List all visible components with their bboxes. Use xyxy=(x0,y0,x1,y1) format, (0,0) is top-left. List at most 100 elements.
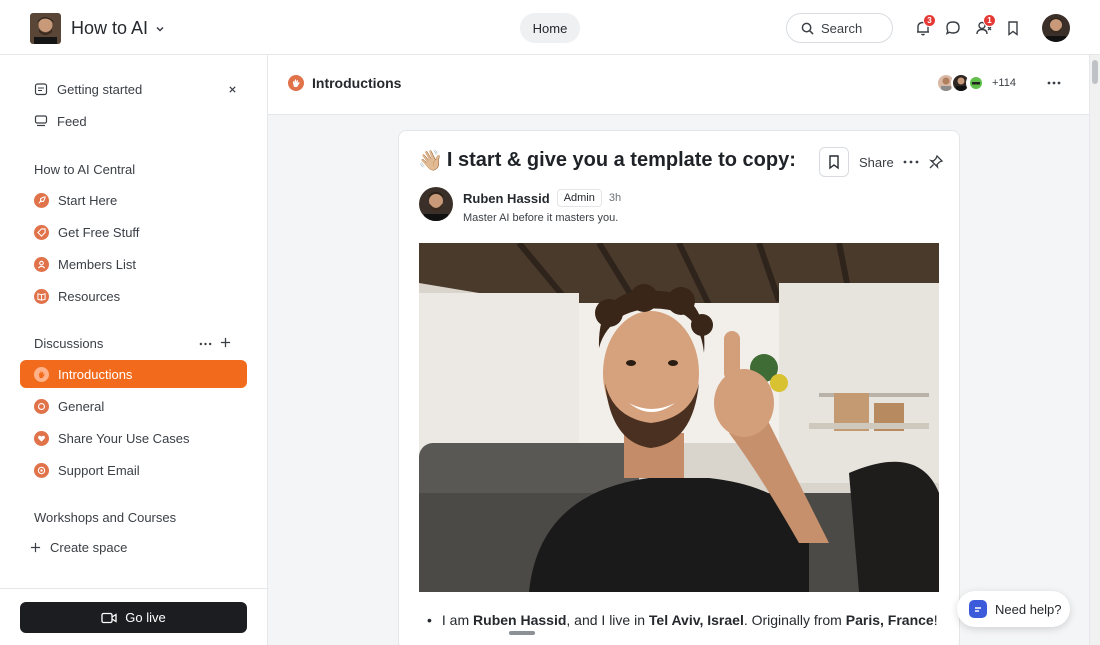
sidebar-item-share-your-use-cases[interactable]: Share Your Use Cases xyxy=(20,424,247,452)
post-actions: Share xyxy=(819,147,944,177)
sidebar-item-label: Share Your Use Cases xyxy=(58,430,190,446)
sidebar-item-label: Get Free Stuff xyxy=(58,224,140,240)
body-fragment: , and I live in xyxy=(566,612,649,628)
top-header: How to AI Home Search 3 1 xyxy=(0,0,1100,55)
sidebar-item-resources[interactable]: Resources xyxy=(20,282,247,310)
go-live-button[interactable]: Go live xyxy=(20,602,247,633)
more-options-icon[interactable] xyxy=(1046,75,1062,91)
post-title: I start & give you a template to copy: xyxy=(446,149,796,171)
sidebar-item-label: Introductions xyxy=(58,366,133,382)
post-title-group[interactable]: 👋🏼 I start & give you a template to copy… xyxy=(418,148,796,173)
sidebar-item-label: General xyxy=(58,398,105,414)
member-avatar xyxy=(966,73,986,93)
sidebar-divider xyxy=(0,588,267,589)
main-content: Introductions +114 👋🏼 I start & give you… xyxy=(268,55,1089,645)
bookmark-button[interactable] xyxy=(819,147,849,177)
share-button[interactable]: Share xyxy=(859,155,894,170)
pin-icon[interactable] xyxy=(928,154,944,170)
author-avatar[interactable] xyxy=(419,187,453,221)
create-space-button[interactable]: Create space xyxy=(20,533,247,561)
create-space-label: Create space xyxy=(50,539,128,555)
dms-badge: 1 xyxy=(983,14,996,27)
sidebar-item-start-here[interactable]: Start Here xyxy=(20,186,247,214)
admin-badge: Admin xyxy=(556,189,602,207)
lifebuoy-icon xyxy=(34,462,49,478)
post-emoji: 👋🏼 xyxy=(418,150,443,172)
notifications-badge: 3 xyxy=(923,14,936,27)
wave-icon xyxy=(34,366,49,382)
body-city: Tel Aviv, Israel xyxy=(648,612,744,628)
sidebar-item-label: Start Here xyxy=(58,192,118,208)
community-logo xyxy=(30,13,61,44)
heart-icon xyxy=(34,430,49,446)
search-label: Search xyxy=(821,20,863,36)
body-name: Ruben Hassid xyxy=(473,612,567,628)
post-body-line: • I am Ruben Hassid, and I live in Tel A… xyxy=(427,612,938,628)
chat-icon[interactable] xyxy=(944,19,962,37)
add-space-icon[interactable] xyxy=(220,337,231,348)
sidebar-item-label: Resources xyxy=(58,288,121,304)
feed-icon xyxy=(34,115,48,127)
channel-header: Introductions +114 xyxy=(268,55,1089,115)
community-name: How to AI xyxy=(71,18,149,38)
calendar-icon xyxy=(34,83,48,96)
channel-title: Introductions xyxy=(312,75,402,91)
section-title-workshops[interactable]: Workshops and Courses xyxy=(34,510,176,525)
bookmark-icon xyxy=(829,155,839,170)
help-chat-icon xyxy=(969,600,987,618)
body-fragment: ! xyxy=(933,612,938,628)
author-tagline: Master AI before it masters you. xyxy=(463,212,619,224)
search-button[interactable]: Search xyxy=(786,13,893,43)
sidebar-item-getting-started[interactable]: Getting started xyxy=(20,75,247,103)
wave-icon xyxy=(288,75,304,91)
users-icon xyxy=(34,256,49,272)
sidebar-item-introductions[interactable]: Introductions xyxy=(20,360,247,388)
more-options-icon[interactable] xyxy=(902,155,920,169)
sidebar-item-label: Support Email xyxy=(58,462,140,478)
sidebar-item-label: Members List xyxy=(58,256,137,272)
sidebar-item-label: Feed xyxy=(57,113,87,129)
scrollbar-thumb[interactable] xyxy=(1092,60,1098,84)
body-fragment: . Originally from xyxy=(743,612,846,628)
sidebar-item-feed[interactable]: Feed xyxy=(20,107,247,135)
scrollbar[interactable] xyxy=(1089,55,1100,645)
plus-icon xyxy=(30,542,41,552)
body-origin: Paris, France xyxy=(845,612,934,628)
sidebar-item-general[interactable]: General xyxy=(20,392,247,420)
section-title-discussions[interactable]: Discussions xyxy=(34,336,103,351)
post-image[interactable] xyxy=(419,243,939,592)
member-avatars[interactable]: +114 xyxy=(936,73,1016,93)
channel-title-group: Introductions xyxy=(288,75,401,91)
author-name[interactable]: Ruben Hassid xyxy=(463,191,550,206)
sidebar: Getting started Feed How to AI Central S… xyxy=(0,55,268,645)
rocket-icon xyxy=(34,192,49,208)
chevron-down-icon xyxy=(156,26,164,32)
sidebar-item-members-list[interactable]: Members List xyxy=(20,250,247,278)
sidebar-item-support-email[interactable]: Support Email xyxy=(20,456,247,484)
go-live-label: Go live xyxy=(125,610,166,625)
chat-icon xyxy=(34,398,49,414)
post-body-text: I am Ruben Hassid, and I live in Tel Avi… xyxy=(442,612,938,628)
video-camera-icon xyxy=(101,612,117,623)
bookmark-icon[interactable] xyxy=(1004,19,1022,37)
tag-icon xyxy=(34,224,49,240)
need-help-label: Need help? xyxy=(995,601,1062,617)
more-options-icon[interactable] xyxy=(199,338,212,350)
sidebar-item-get-free-stuff[interactable]: Get Free Stuff xyxy=(20,218,247,246)
body-fragment: I am xyxy=(441,612,474,628)
sidebar-item-label: Getting started xyxy=(57,81,143,97)
scroll-indicator[interactable] xyxy=(509,631,535,635)
bullet: • xyxy=(427,612,432,628)
community-switcher[interactable]: How to AI xyxy=(30,13,166,44)
section-title-central[interactable]: How to AI Central xyxy=(34,162,135,177)
search-icon xyxy=(801,22,814,35)
post-card: 👋🏼 I start & give you a template to copy… xyxy=(398,130,960,645)
member-count: +114 xyxy=(992,77,1016,89)
post-time: 3h xyxy=(608,192,622,204)
user-avatar[interactable] xyxy=(1042,14,1070,42)
author-line: Ruben Hassid Admin 3h xyxy=(463,189,621,207)
close-icon[interactable] xyxy=(228,85,237,94)
book-icon xyxy=(34,288,49,304)
need-help-button[interactable]: Need help? xyxy=(957,591,1070,627)
home-button[interactable]: Home xyxy=(520,13,580,43)
